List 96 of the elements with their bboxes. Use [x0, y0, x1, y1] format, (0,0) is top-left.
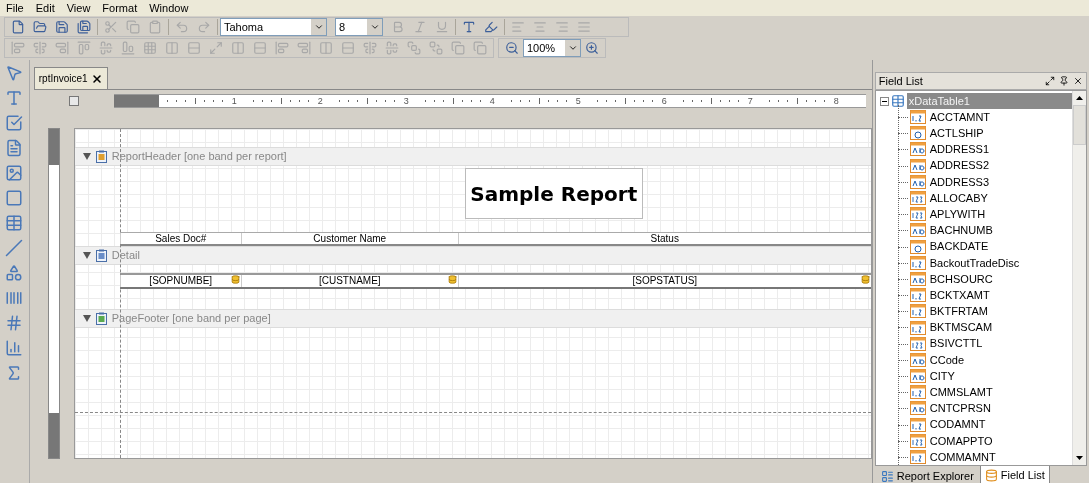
pin-icon[interactable]: [1059, 76, 1069, 86]
integer-field-icon: [909, 336, 926, 351]
ruler-number: 3: [403, 96, 409, 106]
database-icon: [860, 275, 870, 284]
font-select[interactable]: Tahoma: [220, 18, 327, 36]
menu-item[interactable]: Format: [102, 0, 138, 17]
column-header-cell[interactable]: Customer Name: [240, 233, 458, 244]
field-list-item[interactable]: CCode: [929, 351, 964, 369]
report-explorer-icon: [880, 469, 894, 483]
field-list-item[interactable]: ACCTAMNT: [929, 108, 991, 126]
ruler-margin: [48, 413, 59, 458]
field-list-item[interactable]: BackoutTradeDisc: [929, 254, 1020, 272]
panel-tab[interactable]: Field List: [979, 466, 1050, 483]
field-cell[interactable]: [SOPSTATUS]: [457, 275, 871, 287]
decimal-field-icon: [909, 417, 926, 432]
field-list-item[interactable]: CMMSLAMT: [929, 384, 993, 401]
field-list-item[interactable]: BACKDATE: [929, 238, 989, 255]
band-label: PageFooter [one band per page]: [111, 311, 271, 327]
ruler-number: 6: [661, 96, 667, 106]
text-field-icon: [909, 223, 926, 238]
band-label: Detail: [111, 248, 140, 264]
scrollbar-thumb[interactable]: [1073, 105, 1086, 145]
column-header-cell[interactable]: Status: [457, 233, 871, 244]
text-field-icon: [909, 174, 926, 189]
field-list-item[interactable]: BKTMSCAM: [929, 319, 993, 336]
menu-item[interactable]: View: [66, 0, 91, 17]
decimal-field-icon: [909, 320, 926, 335]
band-icon: [95, 150, 107, 163]
maximize-icon[interactable]: [1045, 76, 1055, 86]
ruler-margin: [113, 95, 159, 107]
panel-title: Field List: [878, 73, 924, 89]
collapse-toggle-icon[interactable]: [879, 96, 889, 106]
date-field-icon: [909, 239, 926, 254]
text-field-icon: [909, 142, 926, 157]
field-list-item[interactable]: ACTLSHIP: [929, 125, 984, 142]
zoom-select[interactable]: 100%: [523, 39, 581, 57]
text-field-icon: [909, 271, 926, 286]
ruler-corner-button[interactable]: [68, 96, 79, 106]
band-icon: [95, 312, 107, 325]
ruler-margin: [48, 129, 59, 165]
field-list-item[interactable]: BCKTXAMT: [929, 286, 990, 304]
decimal-field-icon: [909, 304, 926, 319]
field-list-item[interactable]: CNTCPRSN: [929, 400, 991, 417]
expand-toggle-icon[interactable]: [82, 153, 91, 160]
field-list-item[interactable]: COMAPPTO: [929, 432, 993, 450]
field-list-item[interactable]: BSIVCTTL: [929, 335, 983, 352]
close-tab-icon[interactable]: [90, 72, 103, 85]
ruler-number: 7: [747, 96, 753, 106]
text-field-icon: [909, 401, 926, 416]
ruler-number: 4: [489, 96, 495, 106]
ruler-number: 5: [575, 96, 581, 106]
field-list-item[interactable]: CITY: [929, 367, 955, 385]
field-list-item[interactable]: ADDRESS1: [929, 141, 990, 158]
font-size-select[interactable]: 8: [335, 18, 383, 36]
decimal-field-icon: [909, 255, 926, 270]
field-cell[interactable]: [SOPNUMBE]: [119, 275, 241, 287]
integer-field-icon: [909, 207, 926, 222]
field-list-item[interactable]: BACHNUMB: [929, 222, 993, 239]
field-list-item[interactable]: BCHSOURC: [929, 270, 993, 288]
field-list-item[interactable]: ADDRESS3: [929, 173, 990, 191]
report-title[interactable]: Sample Report: [464, 168, 643, 219]
decimal-field-icon: [909, 385, 926, 400]
field-list-item[interactable]: ADDRESS2: [929, 157, 990, 174]
field-list-item[interactable]: ALLOCABY: [929, 189, 988, 207]
expand-toggle-icon[interactable]: [82, 315, 91, 322]
decimal-field-icon: [909, 288, 926, 303]
field-cell[interactable]: [CUSTNAME]: [240, 275, 458, 287]
text-field-icon: [909, 352, 926, 367]
field-list-item[interactable]: APLYWITH: [929, 205, 986, 223]
field-list-item[interactable]: CODAMNT: [929, 416, 986, 433]
band-label: ReportHeader [one band per report]: [111, 149, 287, 165]
menu-item[interactable]: File: [6, 0, 24, 17]
field-list-item[interactable]: BKTFRTAM: [929, 303, 989, 320]
menu-item[interactable]: Edit: [35, 0, 55, 17]
text-field-icon: [909, 369, 926, 384]
database-icon: [230, 275, 240, 284]
field-list-icon: [984, 469, 998, 483]
integer-field-icon: [909, 433, 926, 448]
column-header-cell[interactable]: Sales Doc#: [119, 233, 241, 244]
band-icon: [95, 249, 107, 262]
close-icon[interactable]: [1073, 76, 1083, 86]
scrollbar[interactable]: [1072, 91, 1086, 466]
menu-item[interactable]: Window: [149, 0, 189, 17]
decimal-field-icon: [909, 110, 926, 125]
document-tab[interactable]: rptInvoice1: [33, 67, 108, 89]
table-icon: [890, 94, 905, 108]
ruler-number: 2: [317, 96, 323, 106]
database-icon: [447, 275, 457, 284]
ruler-number: 8: [833, 96, 839, 106]
expand-toggle-icon[interactable]: [82, 252, 91, 259]
ruler-number: 1: [231, 96, 237, 106]
text-field-icon: [909, 158, 926, 173]
field-list-item[interactable]: COMMAMNT: [929, 448, 996, 466]
date-field-icon: [909, 126, 926, 141]
panel-tab[interactable]: Report Explorer: [876, 466, 978, 483]
integer-field-icon: [909, 191, 926, 206]
